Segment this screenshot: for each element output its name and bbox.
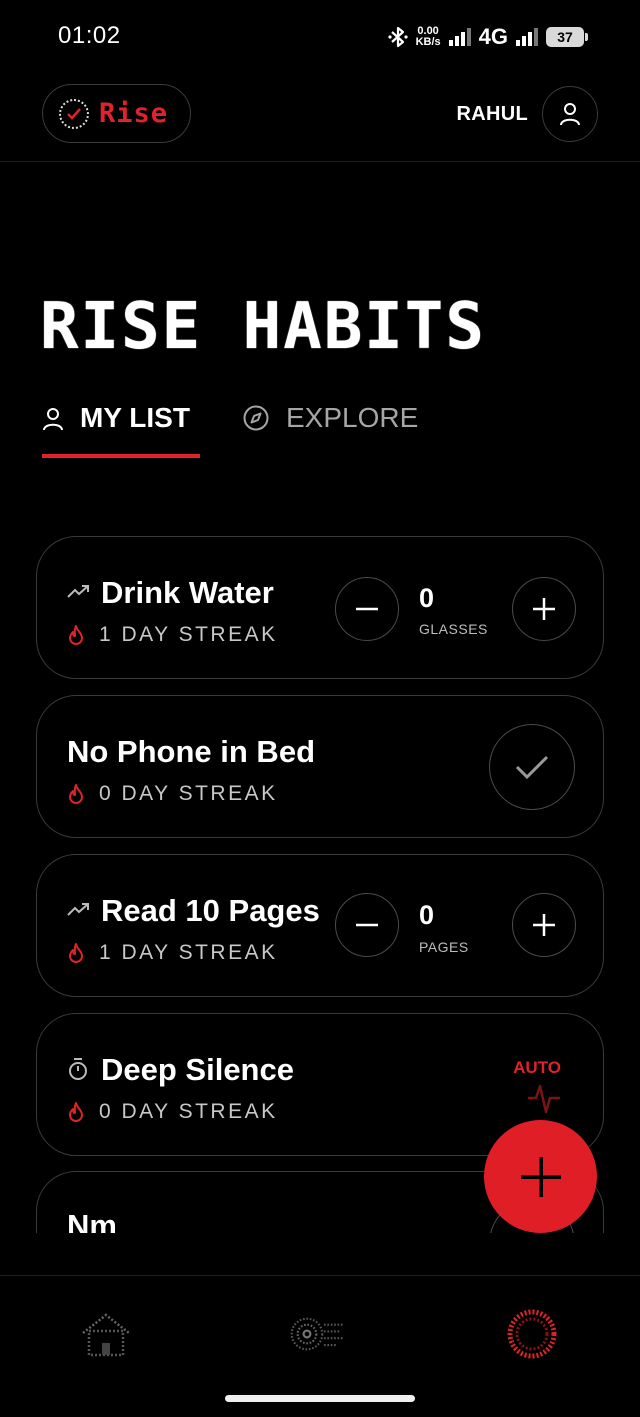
habit-streak: 1 DAY STREAK [67,623,278,647]
person-icon [43,408,63,431]
header-divider [0,161,640,162]
tab-my-list[interactable]: MY LIST [42,396,200,458]
habit-name: No Phone in Bed [67,734,315,769]
page-title: RISE HABITS [40,290,486,364]
trend-up-icon [67,585,89,598]
user-profile[interactable]: RAHUL [456,86,598,142]
plus-icon [533,914,555,936]
signal-icon-2 [516,28,538,46]
nav-home[interactable] [78,1306,134,1362]
pulse-icon [528,1084,560,1114]
logo-button[interactable]: Rise [42,84,191,143]
habit-streak: 0 DAY STREAK [67,782,278,806]
check-icon [515,755,549,780]
habit-name: Drink Water [101,575,274,610]
habit-name: Read 10 Pages [101,893,320,928]
compass-icon [243,405,269,431]
avatar[interactable] [542,86,598,142]
habit-streak-text: 1 DAY STREAK [99,941,278,964]
minus-icon [356,923,378,927]
auto-badge: AUTO [513,1058,561,1077]
signal-icon [448,28,471,46]
habit-streak: 0 DAY STREAK [67,1100,278,1124]
flame-icon [69,943,83,963]
trend-up-icon [67,903,89,916]
gesture-home-bar[interactable] [225,1395,415,1402]
status-bar: 01:02 0.00 KB/s 4G 37 [0,0,640,74]
decrement-button[interactable] [335,893,399,957]
habit-count: 0 [419,583,435,613]
flame-icon [69,784,83,804]
nav-stats[interactable] [290,1306,346,1362]
timer-icon [69,1058,87,1080]
nav-divider [0,1275,640,1276]
increment-button[interactable] [512,893,576,957]
flame-icon [69,625,83,645]
habit-streak-text: 1 DAY STREAK [99,623,278,646]
battery-icon: 37 [546,27,588,47]
tab-explore[interactable]: EXPLORE [242,396,418,458]
increment-button[interactable] [512,577,576,641]
user-name: RAHUL [456,102,528,125]
habit-unit: PAGES [419,939,469,955]
nav-rise[interactable] [504,1306,560,1362]
user-icon [560,103,580,126]
habit-card-drink-water[interactable]: Drink Water 1 DAY STREAK 0 GLASSES [36,536,604,679]
network-type: 4G [478,24,508,49]
tab-my-list-label: MY LIST [80,402,190,433]
habit-streak-text: 0 DAY STREAK [99,782,278,805]
habit-card-no-phone-in-bed[interactable]: No Phone in Bed 0 DAY STREAK [36,695,604,838]
plus-icon [533,598,555,620]
status-right: 0.00 KB/s 4G 37 [387,22,588,52]
bluetooth-icon [387,26,408,48]
minus-icon [356,607,378,611]
decrement-button[interactable] [335,577,399,641]
battery-level: 37 [557,29,573,45]
flame-icon [69,1102,83,1122]
home-icon [82,1313,130,1357]
habit-unit: GLASSES [419,621,488,637]
complete-button[interactable] [489,724,575,810]
status-time: 01:02 [58,22,121,49]
habit-streak-text: 0 DAY STREAK [99,1100,278,1123]
net-speed: 0.00 KB/s [416,26,441,48]
rise-ring-icon [507,1309,557,1359]
habit-card-read-10-pages[interactable]: Read 10 Pages 1 DAY STREAK 0 PAGES [36,854,604,997]
logo-mark-icon [59,98,89,129]
add-habit-button[interactable] [484,1120,597,1233]
net-speed-unit: KB/s [415,36,441,48]
plus-icon [520,1156,561,1197]
habit-count: 0 [419,900,435,930]
habit-name: Nm [67,1208,117,1233]
habit-streak: 1 DAY STREAK [67,941,278,965]
logo-text: Rise [99,98,169,129]
habit-name: Deep Silence [101,1052,294,1087]
stats-icon [290,1317,343,1351]
tab-explore-label: EXPLORE [286,402,419,433]
